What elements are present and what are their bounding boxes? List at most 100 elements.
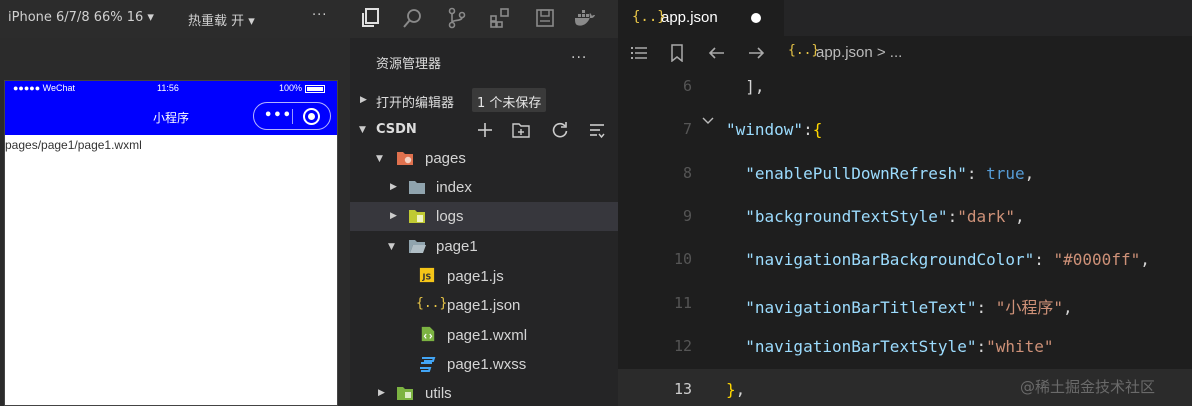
- code-text: "navigationBarTextStyle":"white": [726, 336, 1054, 356]
- tree-item-label: utils: [425, 385, 452, 402]
- chevron-right-icon: ▶: [378, 388, 385, 398]
- chevron-down-icon: ▼: [388, 242, 395, 252]
- editor-tab-bar: {..} app.json: [618, 0, 1192, 36]
- code-line[interactable]: 7 "window":{: [618, 109, 1192, 152]
- json-file-icon: {..}: [416, 296, 448, 311]
- code-line[interactable]: 12 "navigationBarTextStyle":"white": [618, 326, 1192, 369]
- code-token: "#0000ff": [1053, 250, 1141, 270]
- js-file-icon: JS: [419, 267, 435, 283]
- new-folder-icon[interactable]: [512, 121, 530, 139]
- tree-item-utils[interactable]: ▶ utils: [350, 379, 618, 406]
- extensions-icon[interactable]: [489, 7, 511, 29]
- docker-icon[interactable]: [574, 7, 596, 29]
- code-line[interactable]: 8 "enablePullDownRefresh": true,: [618, 153, 1192, 196]
- refresh-icon[interactable]: [551, 121, 569, 139]
- code-token: "white": [986, 336, 1054, 356]
- open-editors-label: 打开的编辑器: [376, 96, 455, 111]
- code-text: "window":{: [726, 120, 822, 139]
- close-target-icon[interactable]: [303, 108, 320, 125]
- code-line[interactable]: 11 "navigationBarTitleText": "小程序",: [618, 283, 1192, 326]
- simulator-more-button[interactable]: ···: [312, 8, 327, 23]
- code-token: ,: [1063, 297, 1073, 317]
- tree-item-index[interactable]: ▶ index: [350, 173, 618, 202]
- tree-item-pages[interactable]: ▼ pages: [350, 144, 618, 173]
- unsaved-dot-icon[interactable]: [751, 13, 761, 23]
- editor-toolbar: {..} app.json > ...: [618, 36, 1192, 69]
- source-control-icon[interactable]: [446, 7, 468, 29]
- tree-item-label: page1.js: [447, 268, 504, 285]
- code-token: ,: [1140, 250, 1150, 270]
- mini-program-nav-bar: 小程序 •••: [5, 97, 337, 135]
- code-token: ],: [726, 77, 765, 96]
- code-token: "navigationBarTextStyle": [726, 336, 977, 356]
- code-token: :: [976, 297, 996, 317]
- menu-capsule[interactable]: •••: [253, 102, 331, 130]
- project-section-label: CSDN: [376, 122, 417, 137]
- tree-item-label: logs: [436, 208, 464, 225]
- back-arrow-icon[interactable]: [708, 45, 726, 61]
- code-area[interactable]: 6 ], 7 "window":{8 "enablePullDownRefresh"…: [618, 66, 1192, 406]
- code-token: :: [966, 163, 987, 183]
- open-editors-section[interactable]: ▶ 打开的编辑器 1 个未保存: [350, 86, 618, 114]
- tree-item-label: page1.wxml: [447, 327, 528, 344]
- more-dots-icon[interactable]: •••: [264, 109, 292, 123]
- code-token: }: [726, 380, 736, 400]
- search-icon[interactable]: [402, 7, 424, 29]
- code-token: :: [947, 206, 958, 226]
- project-section[interactable]: ▼ CSDN: [350, 116, 618, 144]
- code-line[interactable]: 9 "backgroundTextStyle":"dark",: [618, 196, 1192, 239]
- device-select[interactable]: iPhone 6/7/8 66% 16 ▾: [8, 10, 154, 25]
- code-token: "enablePullDownRefresh": [726, 163, 967, 183]
- list-icon[interactable]: [630, 45, 648, 61]
- tree-item-page1-wxml[interactable]: page1.wxml: [350, 321, 618, 350]
- bookmark-icon[interactable]: [670, 44, 684, 62]
- code-token: :: [803, 120, 813, 140]
- tree-item-page1[interactable]: ▼ page1: [350, 232, 618, 261]
- line-number: 10: [673, 250, 692, 269]
- code-token: "navigationBarTitleText": [726, 297, 977, 317]
- tree-item-page1-js[interactable]: JS page1.js: [350, 262, 618, 291]
- code-line[interactable]: 6 ],: [618, 66, 1192, 109]
- folder-open-icon: [409, 240, 426, 253]
- code-token: "navigationBarBackgroundColor": [726, 250, 1035, 270]
- line-number: 11: [673, 293, 692, 312]
- explorer-panel: 资源管理器 ··· ▶ 打开的编辑器 1 个未保存 ▼ CSDN ▼ pages…: [350, 0, 618, 406]
- new-file-icon[interactable]: [476, 121, 494, 139]
- watermark: @稀土掘金技术社区: [1020, 378, 1156, 396]
- carrier-label: ●●●●● WeChat: [13, 83, 76, 93]
- chevron-right-icon: ▶: [390, 182, 397, 192]
- simulator-backdrop: [0, 38, 350, 80]
- svg-text:JS: JS: [422, 272, 432, 281]
- explorer-more-button[interactable]: ···: [571, 50, 587, 66]
- code-text: },: [726, 380, 745, 399]
- tree-item-label: page1.wxss: [447, 356, 527, 373]
- line-number: 6: [682, 77, 692, 95]
- tree-item-label: page1: [436, 238, 478, 255]
- battery-icon: [305, 85, 325, 93]
- code-text: "navigationBarBackgroundColor": "#0000ff…: [726, 250, 1150, 269]
- collapse-all-icon[interactable]: [588, 121, 606, 139]
- code-text: ],: [726, 77, 765, 96]
- tree-item-logs[interactable]: ▶ logs: [350, 202, 618, 231]
- files-icon[interactable]: [360, 7, 382, 29]
- code-text: "backgroundTextStyle":"dark",: [726, 206, 1024, 226]
- tab-app-json[interactable]: {..} app.json: [618, 0, 784, 36]
- phone-status-bar: ●●●●● WeChat 11:56 100%: [5, 81, 337, 97]
- page-content-text: pages/page1/page1.wxml: [5, 138, 142, 152]
- code-line[interactable]: 10 "navigationBarBackgroundColor": "#000…: [618, 239, 1192, 282]
- tab-label: app.json: [661, 9, 718, 26]
- code-token: ,: [1024, 163, 1035, 183]
- breadcrumb[interactable]: app.json > ...: [816, 44, 902, 61]
- tree-item-label: pages: [425, 150, 466, 167]
- hot-reload-toggle[interactable]: 热重载 开 ▾: [188, 10, 255, 29]
- forward-arrow-icon[interactable]: [747, 45, 765, 61]
- clock-label: 11:56: [157, 83, 179, 93]
- code-token: "backgroundTextStyle": [726, 206, 948, 226]
- tree-item-page1-wxss[interactable]: page1.wxss: [350, 350, 618, 379]
- capsule-divider: [292, 109, 293, 124]
- chevron-right-icon: ▶: [390, 211, 397, 221]
- explorer-header: 资源管理器 ···: [350, 38, 618, 84]
- tree-item-page1-json[interactable]: {..} page1.json: [350, 291, 618, 320]
- code-token: true: [986, 163, 1025, 183]
- debug-icon[interactable]: [534, 7, 556, 29]
